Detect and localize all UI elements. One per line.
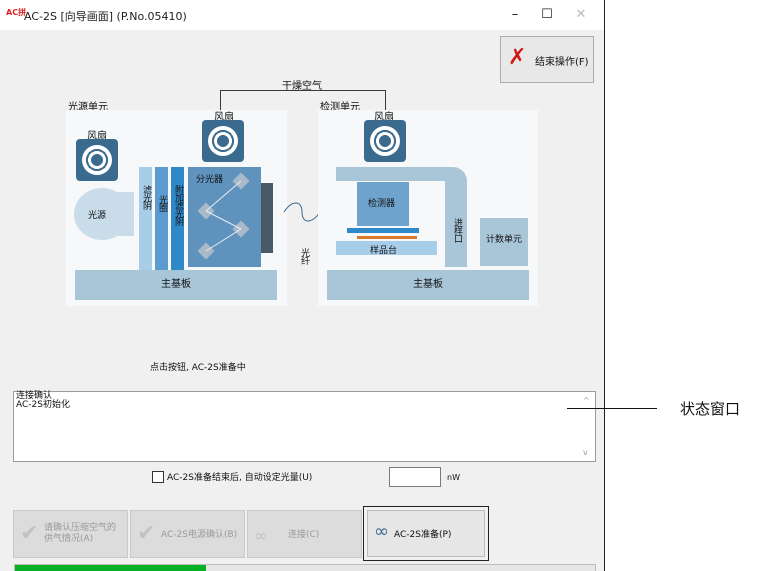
detector-label: 检测器 xyxy=(368,199,396,209)
air-check-label: 请确认压缩空气的供气情况(A) xyxy=(44,523,117,544)
splitter-side xyxy=(261,183,273,253)
x-mark-icon: ✗ xyxy=(508,45,527,70)
checkmark-icon: ✔ xyxy=(137,521,156,546)
status-scrollbar[interactable]: ^ v xyxy=(581,392,595,461)
power-check-button[interactable]: ✔ AC-2S电源确认(B) xyxy=(130,510,245,558)
splitter-optics-icon xyxy=(197,172,250,260)
power-check-label: AC-2S电源确认(B) xyxy=(161,530,238,540)
ready-button[interactable]: ∞ AC-2S准备(P) xyxy=(363,506,489,561)
inlet-block xyxy=(445,167,467,267)
link-icon: ∞ xyxy=(254,526,268,545)
light-source-tail xyxy=(118,192,134,236)
stage-label: 样品台 xyxy=(370,246,398,256)
maximize-button[interactable]: ☐ xyxy=(532,4,562,26)
connect-button[interactable]: ∞ 连接(C) xyxy=(247,510,362,558)
progress-fill xyxy=(15,565,207,571)
fiber-icon xyxy=(283,202,321,222)
sample-arm-top xyxy=(336,167,461,181)
status-window-annotation: 状态窗口 xyxy=(680,400,741,418)
ready-label: AC-2S准备(P) xyxy=(394,530,452,540)
progress-bar xyxy=(14,564,596,571)
link-icon: ∞ xyxy=(374,521,389,542)
wizard-window: AC拼 AC-2S [向导画面] (P.No.05410) – ☐ ✕ ✗ 结束… xyxy=(0,0,605,571)
filter-block xyxy=(139,167,152,275)
extra-filter-label: 附加滤光阴 xyxy=(173,185,183,225)
detect-mainboard: 主基板 xyxy=(327,270,529,300)
aperture-block xyxy=(155,167,168,275)
scroll-down-icon[interactable]: v xyxy=(583,448,588,457)
title-bar: AC拼 AC-2S [向导画面] (P.No.05410) – ☐ ✕ xyxy=(0,0,604,30)
close-button[interactable]: ✕ xyxy=(566,4,596,26)
inlet-label: 进样口 xyxy=(452,218,462,242)
light-source-label: 光源 xyxy=(88,211,107,221)
window-title: AC-2S [向导画面] (P.No.05410) xyxy=(24,10,187,23)
status-line: 连接确认 xyxy=(16,391,53,401)
dry-air-line xyxy=(220,90,385,91)
sample-mark xyxy=(357,236,417,239)
light-amount-unit: nW xyxy=(447,473,460,482)
end-operation-label: 结束操作(F) xyxy=(535,57,589,68)
detector-lens xyxy=(347,228,419,233)
connect-label: 连接(C) xyxy=(288,530,320,540)
light-mainboard: 主基板 xyxy=(75,270,277,300)
status-window[interactable]: 连接确认 AC-2S初始化 ^ v xyxy=(13,391,596,462)
ready-button-face: ∞ AC-2S准备(P) xyxy=(367,510,485,557)
filter-label: 滤光阴 xyxy=(141,185,151,209)
end-operation-button[interactable]: ✗ 结束操作(F) xyxy=(500,36,594,83)
auto-set-label: AC-2S准备结束后, 自动设定光量(U) xyxy=(167,473,313,483)
light-amount-input[interactable] xyxy=(389,467,441,487)
air-check-button[interactable]: ✔ 请确认压缩空气的供气情况(A) xyxy=(13,510,128,558)
minimize-button[interactable]: – xyxy=(500,4,530,26)
checkmark-icon: ✔ xyxy=(20,521,39,546)
annotation-line xyxy=(567,408,657,409)
aperture-label: 光圈 xyxy=(157,195,167,211)
auto-set-checkbox[interactable] xyxy=(152,471,164,483)
light-fan-icon xyxy=(76,139,118,181)
status-line: AC-2S初始化 xyxy=(16,400,70,410)
scroll-up-icon[interactable]: ^ xyxy=(583,396,590,405)
counter-label: 计数单元 xyxy=(486,235,523,245)
detect-fan-icon xyxy=(364,120,406,162)
status-message: 点击按钮, AC-2S准备中 xyxy=(150,363,246,373)
fiber-label: 光纤 xyxy=(299,248,309,264)
splitter-fan-icon xyxy=(202,120,244,162)
